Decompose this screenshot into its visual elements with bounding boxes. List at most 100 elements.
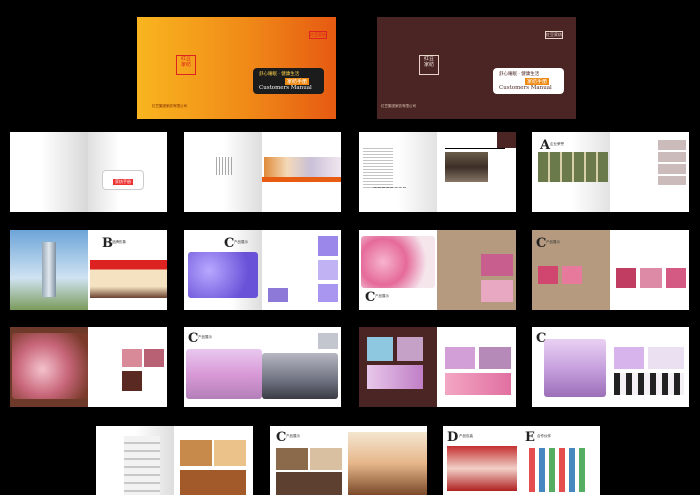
poem-text — [216, 157, 232, 175]
spread-products-9: C 产品展示 — [270, 426, 427, 495]
left-page: D 产品包装 — [443, 426, 521, 495]
thumb-1 — [276, 448, 308, 470]
thumb-1 — [481, 254, 513, 276]
right-page: B 品牌形象 — [88, 230, 167, 310]
thumb-1 — [318, 333, 338, 349]
packaging-photo — [447, 446, 517, 491]
left-page — [184, 132, 262, 212]
brand-logo: 红豆 家纺 — [419, 55, 439, 75]
section-title: 产品展示 — [546, 240, 560, 244]
left-page: C 产品展示 — [184, 230, 262, 310]
spread-section-a: A 企业荣誉 — [532, 132, 689, 212]
section-title-d: 产品包装 — [459, 434, 473, 438]
thumb-2 — [318, 260, 338, 280]
purple-bed — [188, 252, 258, 298]
right-page: 家纺手册 — [88, 132, 167, 212]
floral-bed — [361, 236, 435, 288]
section-letter: A — [540, 138, 551, 153]
cover-brown: 红豆 家纺 红豆集团家纺有限公司 红豆家纺 舒心睡眠 · 健康生活 家纺手册 C… — [377, 17, 576, 119]
manual-badge: 舒心睡眠 · 健康生活 家纺手册 Customers Manual — [253, 68, 324, 94]
left-page — [10, 132, 88, 212]
frame — [445, 148, 505, 149]
manual-title: 家纺手册 — [113, 179, 133, 185]
thumb-1 — [538, 266, 558, 284]
manual-badge: 舒心睡眠 · 健康生活 家纺手册 Customers Manual — [493, 68, 564, 94]
section-letter: C — [536, 236, 547, 251]
thumb-2 — [397, 337, 423, 361]
spread-products-6 — [359, 327, 516, 407]
bedroom-photo — [264, 157, 341, 177]
left-page — [359, 327, 437, 407]
manual-subtitle: Customers Manual — [499, 85, 552, 91]
thumb-4 — [318, 284, 338, 302]
right-page — [88, 327, 167, 407]
thumb-1 — [318, 236, 338, 256]
manual-title: 家纺手册 — [525, 78, 550, 85]
section-letter-e: E — [525, 430, 535, 445]
brand-logo-small: 红豆家纺 — [309, 31, 327, 39]
section-letter: C — [365, 290, 376, 305]
section-title-e: 合作伙伴 — [537, 434, 551, 438]
thumb-5 — [479, 347, 511, 369]
spread-products-5: C 产品展示 — [184, 327, 341, 407]
right-page — [348, 426, 427, 495]
left-page: ~~~~~~~~ — [359, 132, 437, 212]
section-title: 产品展示 — [234, 240, 248, 244]
section-title: 品牌形象 — [112, 240, 126, 244]
spread-section-b: B 品牌形象 — [10, 230, 167, 310]
cover-orange: 红豆 家纺 红豆集团家纺有限公司 红豆家纺 舒心睡眠 · 健康生活 家纺手册 C… — [137, 17, 336, 119]
brand-logo-small: 红豆家纺 — [545, 31, 563, 39]
storefront-photo — [90, 260, 167, 298]
thumb-3 — [614, 373, 684, 395]
company-line: 红豆集团家纺有限公司 — [152, 104, 187, 108]
manual-badge: 家纺手册 — [102, 170, 144, 190]
left-page — [10, 327, 88, 407]
right-page — [262, 327, 341, 407]
thumb-3 — [616, 268, 636, 288]
pillows-photo — [124, 436, 160, 495]
thumb-1 — [367, 337, 393, 361]
section-letter: C — [224, 236, 235, 251]
thumb-1 — [614, 347, 644, 369]
slogan: 舒心睡眠 · 健康生活 — [499, 72, 540, 77]
grey-bed — [262, 353, 338, 399]
right-page — [610, 230, 689, 310]
left-page: C 产品展示 — [270, 426, 348, 495]
thumb-3 — [180, 470, 246, 495]
right-page — [437, 132, 516, 212]
partner-logos — [529, 448, 585, 492]
right-page — [610, 327, 689, 407]
spread-products-7: C — [532, 327, 689, 407]
certificates-grid — [538, 152, 608, 182]
body-text — [363, 148, 393, 188]
company-line: 红豆集团家纺有限公司 — [381, 104, 416, 108]
section-title: 产品展示 — [198, 335, 212, 339]
orange-band — [262, 177, 341, 182]
thumb-3 — [268, 288, 288, 302]
right-page: E 合作伙伴 — [521, 426, 600, 495]
spread-preface — [184, 132, 341, 212]
right-page — [437, 327, 516, 407]
section-title: 产品展示 — [286, 434, 300, 438]
section-letter: C — [276, 430, 287, 445]
spread-products-2: C 产品展示 — [359, 230, 516, 310]
right-page — [262, 132, 341, 212]
thumb-2 — [648, 347, 684, 369]
left-page: A 企业荣誉 — [532, 132, 610, 212]
section-title: 企业荣誉 — [550, 142, 564, 146]
spread-products-8 — [96, 426, 253, 495]
right-page — [610, 132, 689, 212]
thumb-2 — [562, 266, 582, 284]
spread-section-de: D 产品包装 E 合作伙伴 — [443, 426, 600, 495]
left-page — [96, 426, 174, 495]
luxury-bed — [12, 333, 88, 399]
meeting-photo — [445, 152, 488, 182]
lavender-bed — [544, 339, 606, 397]
bedroom-photo — [348, 432, 427, 495]
manual-subtitle: Customers Manual — [259, 85, 312, 91]
spread-products-1: C 产品展示 — [184, 230, 341, 310]
thumb-3 — [122, 371, 142, 391]
right-page — [262, 230, 341, 310]
thumb-2 — [310, 448, 342, 470]
thumb-4 — [640, 268, 662, 288]
